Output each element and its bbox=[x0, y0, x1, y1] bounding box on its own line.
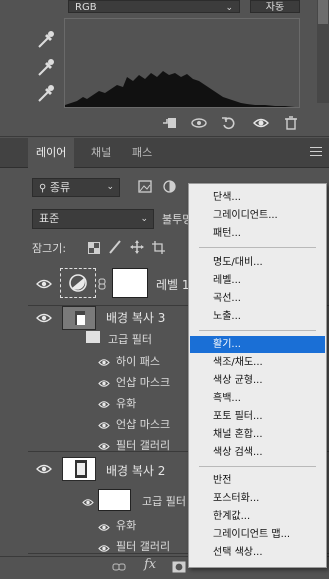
auto-button[interactable]: 자동 bbox=[250, 0, 300, 13]
gray-point-eyedropper-icon[interactable] bbox=[34, 56, 58, 78]
smart-object-thumbnail bbox=[62, 306, 96, 330]
menu-item-brightness-contrast[interactable]: 명도/대비... bbox=[190, 254, 325, 271]
tab-layers-label: 레이어 bbox=[36, 146, 67, 159]
link-icon[interactable] bbox=[98, 278, 106, 290]
visibility-icon[interactable] bbox=[36, 279, 52, 289]
menu-item-levels[interactable]: 레벨... bbox=[190, 272, 325, 289]
search-icon: ⚲ bbox=[39, 183, 47, 194]
menu-item-channel-mixer[interactable]: 채널 혼합... bbox=[190, 426, 325, 443]
adjustment-filter-icon[interactable] bbox=[163, 180, 176, 193]
smart-object-thumbnail bbox=[62, 457, 96, 481]
layer-name: 배경 복사 3 bbox=[106, 311, 166, 325]
menu-item-threshold[interactable]: 한계값... bbox=[190, 508, 325, 525]
tab-channels-label: 채널 bbox=[91, 146, 112, 159]
smart-filters-header: 고급 필터 bbox=[108, 333, 152, 346]
trash-icon[interactable] bbox=[282, 114, 300, 132]
filter-item[interactable]: 하이 패스 bbox=[116, 353, 160, 369]
smart-filters-header: 고급 필터 bbox=[142, 495, 186, 508]
visibility-icon[interactable] bbox=[98, 441, 110, 450]
white-point-eyedropper-icon[interactable] bbox=[34, 82, 58, 104]
chevron-down-icon: ⌄ bbox=[225, 3, 233, 13]
black-point-eyedropper-icon[interactable] bbox=[34, 28, 58, 50]
add-mask-icon[interactable] bbox=[172, 561, 186, 573]
clip-to-layer-icon[interactable] bbox=[160, 114, 178, 132]
filter-item[interactable]: 언샵 마스크 bbox=[116, 416, 170, 432]
scrollbar-thumb[interactable] bbox=[318, 0, 328, 24]
layer-name: 배경 복사 2 bbox=[106, 464, 166, 478]
menu-item-solid-color[interactable]: 단색... bbox=[190, 189, 325, 206]
filter-kind-label: 종류 bbox=[49, 181, 71, 194]
menu-item-hue-saturation[interactable]: 색조/채도... bbox=[190, 354, 325, 371]
menu-separator bbox=[199, 247, 316, 248]
image-filter-icon[interactable] bbox=[138, 180, 152, 193]
tab-channels[interactable]: 채널 bbox=[83, 138, 119, 168]
menu-separator bbox=[199, 466, 316, 467]
visibility-icon[interactable] bbox=[252, 114, 270, 132]
panel-menu-icon[interactable] bbox=[310, 147, 322, 157]
tab-layers[interactable]: 레이어 bbox=[28, 138, 75, 168]
blend-mode-select[interactable]: 표준 ⌄ bbox=[32, 209, 154, 229]
lock-label: 잠그기: bbox=[32, 242, 67, 255]
filter-mask-thumbnail[interactable] bbox=[98, 489, 131, 511]
visibility-icon[interactable] bbox=[98, 420, 110, 429]
filter-kind-select[interactable]: ⚲ 종류 ⌄ bbox=[32, 178, 120, 197]
menu-item-curves[interactable]: 곡선... bbox=[190, 290, 325, 307]
visibility-icon[interactable] bbox=[82, 497, 94, 506]
layer-name: 레벨 1 bbox=[156, 278, 190, 292]
channel-select[interactable]: RGB ⌄ bbox=[68, 0, 240, 13]
chevron-down-icon: ⌄ bbox=[106, 182, 114, 192]
menu-item-exposure[interactable]: 노출... bbox=[190, 308, 325, 325]
view-previous-icon[interactable] bbox=[190, 114, 208, 132]
menu-separator bbox=[199, 330, 316, 331]
tab-paths[interactable]: 패스 bbox=[124, 138, 160, 168]
fx-icon[interactable]: fx bbox=[144, 557, 156, 572]
visibility-icon[interactable] bbox=[36, 313, 52, 323]
visibility-icon[interactable] bbox=[98, 543, 110, 552]
auto-label: 자동 bbox=[265, 2, 285, 13]
menu-item-pattern[interactable]: 패턴... bbox=[190, 225, 325, 242]
channel-value: RGB bbox=[75, 2, 97, 13]
menu-item-posterize[interactable]: 포스터화... bbox=[190, 490, 325, 507]
menu-item-gradient[interactable]: 그레이디언트... bbox=[190, 207, 325, 224]
reset-icon[interactable] bbox=[220, 114, 238, 132]
filter-item[interactable]: 유화 bbox=[116, 395, 136, 411]
menu-item-color-lookup[interactable]: 색상 검색... bbox=[190, 444, 325, 461]
menu-item-selective-color[interactable]: 선택 색상... bbox=[190, 544, 325, 561]
visibility-icon[interactable] bbox=[98, 357, 110, 366]
filter-item[interactable]: 유화 bbox=[116, 517, 136, 533]
blend-mode-value: 표준 bbox=[39, 212, 60, 225]
filter-mask-icon[interactable] bbox=[86, 331, 100, 343]
layer-mask-thumbnail bbox=[112, 268, 148, 298]
filter-item[interactable]: 필터 갤러리 bbox=[116, 437, 170, 453]
lock-transparency-icon[interactable] bbox=[88, 242, 100, 254]
menu-item-vibrance[interactable]: 활기... bbox=[190, 336, 325, 353]
visibility-icon[interactable] bbox=[98, 378, 110, 387]
lock-pixels-icon[interactable] bbox=[108, 240, 122, 254]
adjustment-thumbnail bbox=[60, 268, 96, 298]
lock-artboard-icon[interactable] bbox=[152, 241, 165, 254]
menu-item-invert[interactable]: 반전 bbox=[190, 472, 325, 489]
link-layers-icon[interactable] bbox=[112, 560, 126, 574]
menu-item-photo-filter[interactable]: 포토 필터... bbox=[190, 408, 325, 425]
visibility-icon[interactable] bbox=[98, 522, 110, 531]
filter-item[interactable]: 필터 갤러리 bbox=[116, 538, 170, 554]
menu-item-black-white[interactable]: 흑백... bbox=[190, 390, 325, 407]
visibility-icon[interactable] bbox=[98, 399, 110, 408]
menu-item-color-balance[interactable]: 색상 균형... bbox=[190, 372, 325, 389]
adjustment-layer-menu: 단색... 그레이디언트... 패턴... 명도/대비... 레벨... 곡선.… bbox=[188, 183, 327, 568]
tab-paths-label: 패스 bbox=[132, 146, 153, 159]
filter-item[interactable]: 언샵 마스크 bbox=[116, 374, 170, 390]
histogram bbox=[64, 18, 300, 108]
chevron-down-icon: ⌄ bbox=[140, 214, 148, 224]
lock-position-icon[interactable] bbox=[130, 240, 144, 254]
menu-item-gradient-map[interactable]: 그레이디언트 맵... bbox=[190, 526, 325, 543]
visibility-icon[interactable] bbox=[36, 464, 52, 474]
